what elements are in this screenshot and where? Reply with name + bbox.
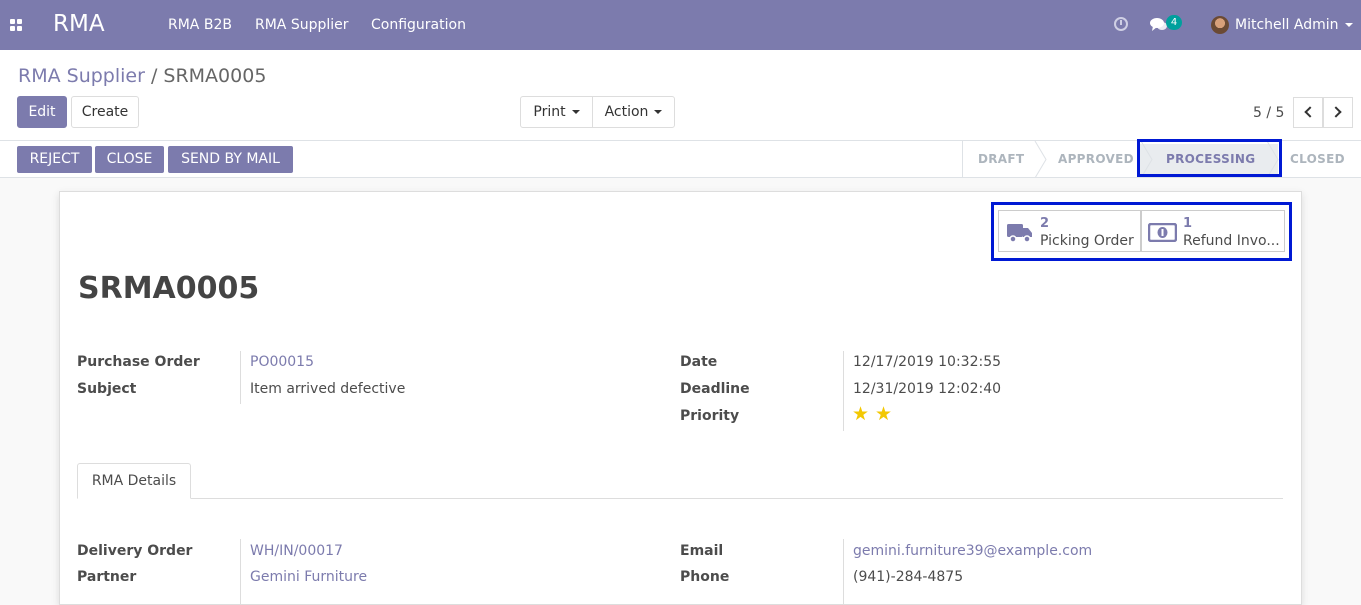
- field-divider: [843, 351, 844, 431]
- chat-count-badge: 4: [1166, 15, 1182, 30]
- edit-button[interactable]: Edit: [17, 96, 67, 128]
- chat-icon[interactable]: [1150, 17, 1167, 36]
- app-title: RMA: [53, 11, 105, 37]
- field-divider: [843, 539, 844, 605]
- chevron-down-icon: [571, 110, 580, 114]
- pager-next-button[interactable]: [1323, 97, 1353, 128]
- purchase-order-link[interactable]: PO00015: [250, 354, 314, 370]
- stage-approved[interactable]: APPROVED: [1058, 152, 1134, 166]
- print-label: Print: [533, 104, 566, 120]
- stage-closed[interactable]: CLOSED: [1290, 152, 1345, 166]
- deadline-value: 12/31/2019 12:02:40: [853, 381, 1002, 397]
- record-title: SRMA0005: [78, 271, 260, 306]
- tab-border: [78, 498, 1283, 499]
- tab-rma-details[interactable]: RMA Details: [77, 463, 191, 499]
- top-navbar: RMA RMA B2B RMA Supplier Configuration 4…: [0, 0, 1361, 50]
- user-avatar[interactable]: [1211, 16, 1229, 34]
- action-label: Action: [604, 104, 649, 120]
- priority-label: Priority: [680, 408, 740, 424]
- delivery-order-link[interactable]: WH/IN/00017: [250, 543, 343, 559]
- action-dropdown[interactable]: Action: [592, 96, 675, 128]
- activity-clock-icon[interactable]: [1114, 17, 1128, 31]
- phone-value: (941)-284-4875: [853, 569, 964, 585]
- processing-highlight-box: [1137, 139, 1282, 177]
- reject-button[interactable]: REJECT: [17, 146, 92, 173]
- pager-previous-button[interactable]: [1293, 97, 1323, 128]
- date-value: 12/17/2019 10:32:55: [853, 354, 1002, 370]
- email-label: Email: [680, 543, 724, 559]
- field-divider: [240, 539, 241, 605]
- apps-menu-icon[interactable]: [10, 19, 24, 31]
- send-by-mail-button[interactable]: SEND BY MAIL: [168, 146, 293, 173]
- control-panel: [0, 50, 1361, 141]
- chevron-down-icon: [654, 110, 663, 114]
- priority-star-icon[interactable]: ★: [875, 404, 892, 424]
- chevron-down-icon: [1344, 23, 1353, 27]
- deadline-label: Deadline: [680, 381, 750, 397]
- close-button[interactable]: CLOSE: [95, 146, 164, 173]
- print-dropdown[interactable]: Print: [520, 96, 593, 128]
- purchase-order-label: Purchase Order: [77, 354, 200, 370]
- partner-label: Partner: [77, 569, 137, 585]
- user-name: Mitchell Admin: [1235, 17, 1339, 33]
- breadcrumb-parent-link[interactable]: RMA Supplier: [18, 65, 145, 87]
- user-menu[interactable]: Mitchell Admin: [1235, 17, 1353, 33]
- subject-value: Item arrived defective: [250, 381, 406, 397]
- partner-link[interactable]: Gemini Furniture: [250, 569, 367, 585]
- email-link[interactable]: gemini.furniture39@example.com: [853, 543, 1092, 559]
- breadcrumb-separator: /: [144, 65, 164, 87]
- stage-divider: [962, 141, 963, 178]
- menu-configuration[interactable]: Configuration: [371, 17, 466, 33]
- smart-buttons-highlight-box: [991, 202, 1292, 261]
- delivery-order-label: Delivery Order: [77, 543, 193, 559]
- create-button[interactable]: Create: [71, 96, 139, 128]
- pager-value: 5 / 5: [1253, 105, 1285, 121]
- subject-label: Subject: [77, 381, 137, 397]
- field-divider: [240, 351, 241, 404]
- chevron-right-icon: [1330, 106, 1342, 118]
- phone-label: Phone: [680, 569, 730, 585]
- stage-arrow-separator: [1034, 141, 1047, 178]
- menu-rma-b2b[interactable]: RMA B2B: [168, 17, 232, 33]
- stage-draft[interactable]: DRAFT: [978, 152, 1024, 166]
- breadcrumb-current: SRMA0005: [163, 65, 267, 87]
- date-label: Date: [680, 354, 718, 370]
- priority-star-icon[interactable]: ★: [852, 404, 869, 424]
- chevron-left-icon: [1304, 106, 1316, 118]
- menu-rma-supplier[interactable]: RMA Supplier: [255, 17, 349, 33]
- breadcrumb: RMA Supplier / SRMA0005: [18, 65, 266, 87]
